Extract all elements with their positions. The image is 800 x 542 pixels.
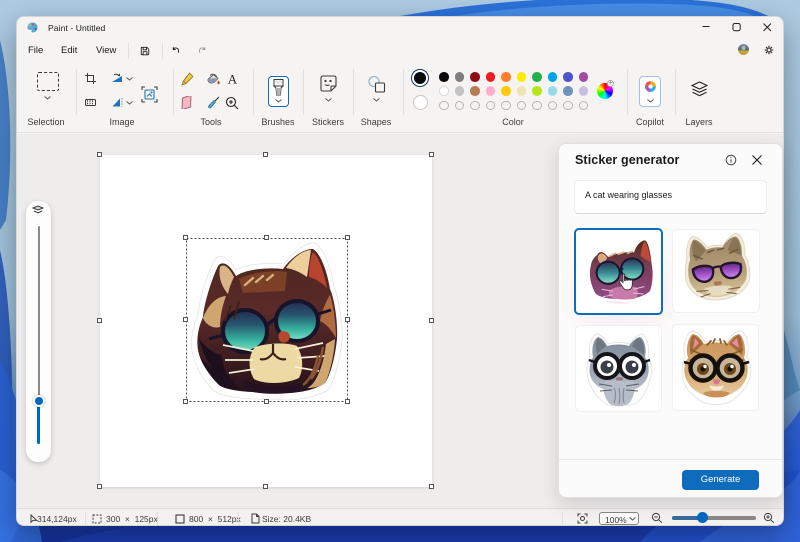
svg-text:A: A xyxy=(228,73,238,85)
